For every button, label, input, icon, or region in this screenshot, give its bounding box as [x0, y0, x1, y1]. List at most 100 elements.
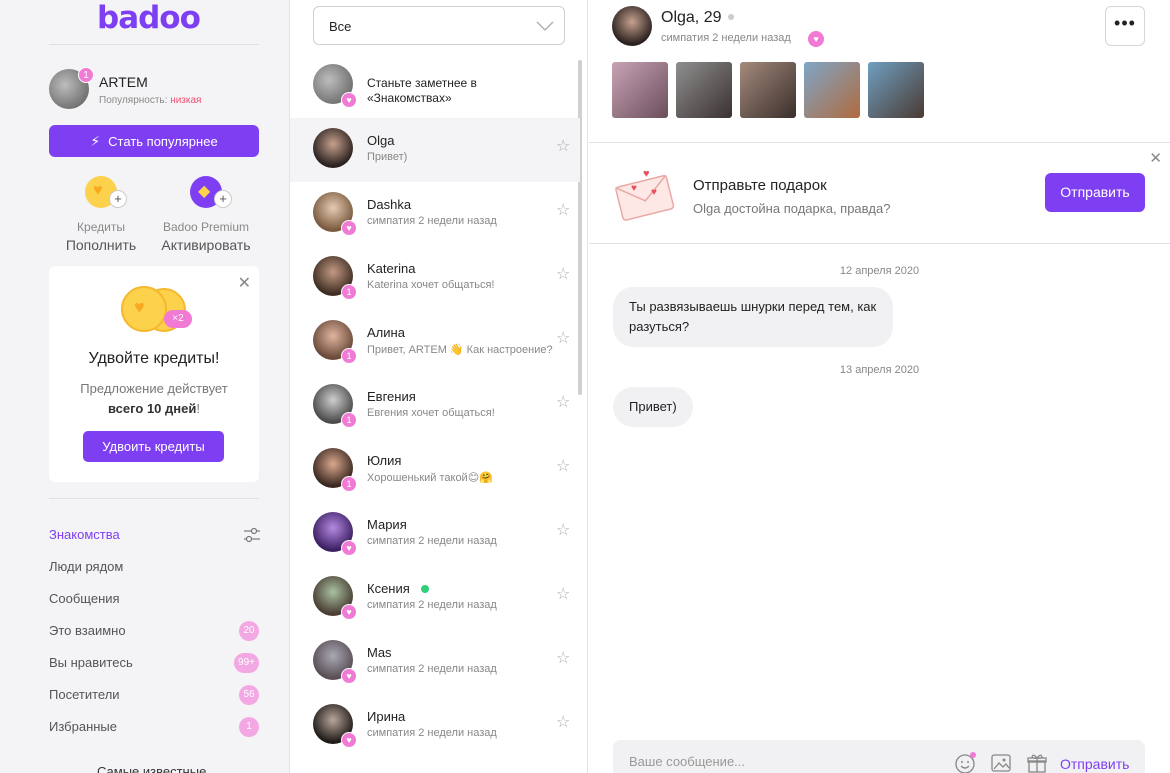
sidebar-item-label: Посетители — [49, 687, 120, 702]
star-icon[interactable]: ☆ — [556, 712, 570, 732]
avatar — [313, 128, 353, 168]
conversation-name: Katerina — [367, 261, 416, 276]
premium-label: Badoo Premium — [162, 220, 250, 234]
profile-photo[interactable] — [612, 62, 668, 118]
profile-photo[interactable] — [740, 62, 796, 118]
conversation-name: Mas — [367, 645, 392, 660]
promo-title: Удвойте кредиты! — [88, 350, 220, 367]
double-credits-promo: ✕ ♥ ×2 Удвойте кредиты! Предложение дейс… — [49, 266, 259, 482]
conversation-row[interactable]: 1 Алина Привет, ARTEM 👋 Как настроение? ☆ — [290, 310, 580, 374]
sidebar-item-encounters[interactable]: Знакомства — [49, 519, 261, 551]
credits-topup-link[interactable]: Пополнить — [46, 237, 156, 253]
filter-selected-value: Все — [329, 19, 352, 34]
notification-badge: 1 — [78, 67, 94, 83]
conversation-preview: симпатия 2 недели назад — [367, 535, 497, 547]
star-icon[interactable]: ☆ — [556, 328, 570, 348]
more-options-button[interactable]: ••• — [1105, 6, 1145, 46]
sidebar-item-label: Знакомства — [49, 527, 120, 542]
boost-visibility-row[interactable]: ♥ Станьте заметнее в «Знакомствах» — [290, 54, 580, 118]
badoo-logo[interactable]: badoo — [97, 0, 201, 36]
heart-icon: ♥ — [808, 31, 824, 47]
close-icon[interactable]: ✕ — [1149, 149, 1162, 167]
message-date: 13 апреля 2020 — [839, 364, 920, 376]
image-icon[interactable] — [990, 752, 1012, 773]
emoji-icon[interactable] — [954, 752, 976, 773]
star-icon[interactable]: ☆ — [556, 264, 570, 284]
profile-photo[interactable] — [804, 62, 860, 118]
sidebar-item-label: Избранные — [49, 719, 117, 734]
multiplier-badge: ×2 — [164, 310, 192, 328]
heart-icon: ♥ — [341, 732, 357, 748]
conversation-preview: симпатия 2 недели назад — [367, 215, 497, 227]
credits-feature[interactable]: ♥ + Кредиты Пополнить — [46, 176, 156, 253]
sidebar-item-favorites[interactable]: Избранные 1 — [49, 711, 261, 743]
filter-settings-icon[interactable] — [243, 527, 261, 543]
profile-photo[interactable] — [676, 62, 732, 118]
sidebar-item-famous[interactable]: Самые известные — [97, 764, 206, 773]
star-icon[interactable]: ☆ — [556, 648, 570, 668]
sidebar-item-liked-you[interactable]: Вы нравитесь 99+ — [49, 647, 261, 679]
conversation-row[interactable]: ♥ Мария симпатия 2 недели назад ☆ — [290, 502, 580, 566]
star-icon[interactable]: ☆ — [556, 584, 570, 604]
conversation-preview: Привет, ARTEM 👋 Как настроение? — [367, 344, 553, 356]
profile-name[interactable]: ARTEM — [99, 74, 148, 90]
message-composer: Отправить — [613, 740, 1145, 773]
conversation-row[interactable]: 1 Евгения Евгения хочет общаться! ☆ — [290, 374, 580, 438]
sidebar-item-mutual[interactable]: Это взаимно 20 — [49, 615, 261, 647]
gift-icon[interactable] — [1026, 752, 1048, 773]
plus-icon: + — [214, 190, 232, 208]
conversation-name: Алина — [367, 325, 405, 340]
divider — [49, 498, 259, 499]
conversation-preview: Евгения хочет общаться! — [367, 407, 495, 419]
sidebar-item-label: Это взаимно — [49, 623, 126, 638]
envelope-icon: ♥ ♥ ♥ — [615, 168, 675, 221]
conversation-name: Мария — [367, 517, 407, 532]
conversation-preview: Привет) — [367, 151, 408, 163]
star-icon[interactable]: ☆ — [556, 456, 570, 476]
gift-subtitle: Olga достойна подарка, правда? — [693, 201, 891, 216]
star-icon[interactable]: ☆ — [556, 520, 570, 540]
diamond-icon: ◆ + — [190, 176, 232, 208]
conversation-row[interactable]: 1 Katerina Katerina хочет общаться! ☆ — [290, 246, 580, 310]
premium-feature[interactable]: ◆ + Badoo Premium Активировать — [151, 176, 261, 253]
send-gift-button[interactable]: Отправить — [1045, 173, 1145, 212]
sidebar-item-people-nearby[interactable]: Люди рядом — [49, 551, 261, 583]
conversation-row[interactable]: ♥ Dashka симпатия 2 недели назад ☆ — [290, 182, 580, 246]
plus-icon: + — [109, 190, 127, 208]
conversation-preview: симпатия 2 недели назад — [367, 663, 497, 675]
heart-icon: ♥ — [341, 540, 357, 556]
avatar[interactable] — [612, 6, 652, 46]
star-icon[interactable]: ☆ — [556, 392, 570, 412]
conversation-filter-select[interactable]: Все — [313, 6, 565, 45]
message-input[interactable] — [629, 754, 929, 769]
star-icon[interactable]: ☆ — [556, 136, 570, 156]
unread-badge: 1 — [341, 284, 357, 300]
credits-label: Кредиты — [77, 220, 125, 234]
close-icon[interactable]: ✕ — [238, 276, 251, 292]
conversation-row[interactable]: ♥ Mas симпатия 2 недели назад ☆ — [290, 630, 580, 694]
promo-text-suffix: ! — [196, 401, 200, 416]
sidebar-item-label: Вы нравитесь — [49, 655, 133, 670]
gift-promo: ✕ ♥ ♥ ♥ Отправьте подарок Olga достойна … — [589, 142, 1170, 244]
sidebar-item-visitors[interactable]: Посетители 56 — [49, 679, 261, 711]
peer-match-status: симпатия 2 недели назад — [661, 32, 791, 44]
sidebar-nav: Знакомства Люди рядом Сообщения Это взаи… — [49, 519, 261, 743]
profile-photo[interactable] — [868, 62, 924, 118]
peer-name[interactable]: Olga, 29 — [661, 9, 721, 27]
star-icon[interactable]: ☆ — [556, 200, 570, 220]
conversation-row[interactable]: 1 Юлия Хорошенький такой😊🤗 ☆ — [290, 438, 580, 502]
chevron-down-icon — [536, 21, 554, 31]
premium-activate-link[interactable]: Активировать — [151, 237, 261, 253]
conversation-row[interactable]: ♥ Ирина симпатия 2 недели назад ☆ — [290, 694, 580, 758]
lightning-icon: ⚡ — [90, 132, 101, 149]
conversation-list: Все ♥ Станьте заметнее в «Знакомствах» Olg… — [290, 0, 588, 773]
divider — [49, 44, 259, 45]
double-credits-button[interactable]: Удвоить кредиты — [83, 431, 224, 462]
unread-badge: 1 — [341, 476, 357, 492]
sidebar-item-messages[interactable]: Сообщения — [49, 583, 261, 615]
conversation-row[interactable]: Olga Привет) ☆ — [290, 118, 580, 182]
boost-popularity-button[interactable]: ⚡ Стать популярнее — [49, 125, 259, 157]
send-message-button[interactable]: Отправить — [1060, 756, 1129, 772]
conversation-row[interactable]: ♥ Ксения симпатия 2 недели назад ☆ — [290, 566, 580, 630]
svg-text:♥: ♥ — [631, 183, 637, 194]
